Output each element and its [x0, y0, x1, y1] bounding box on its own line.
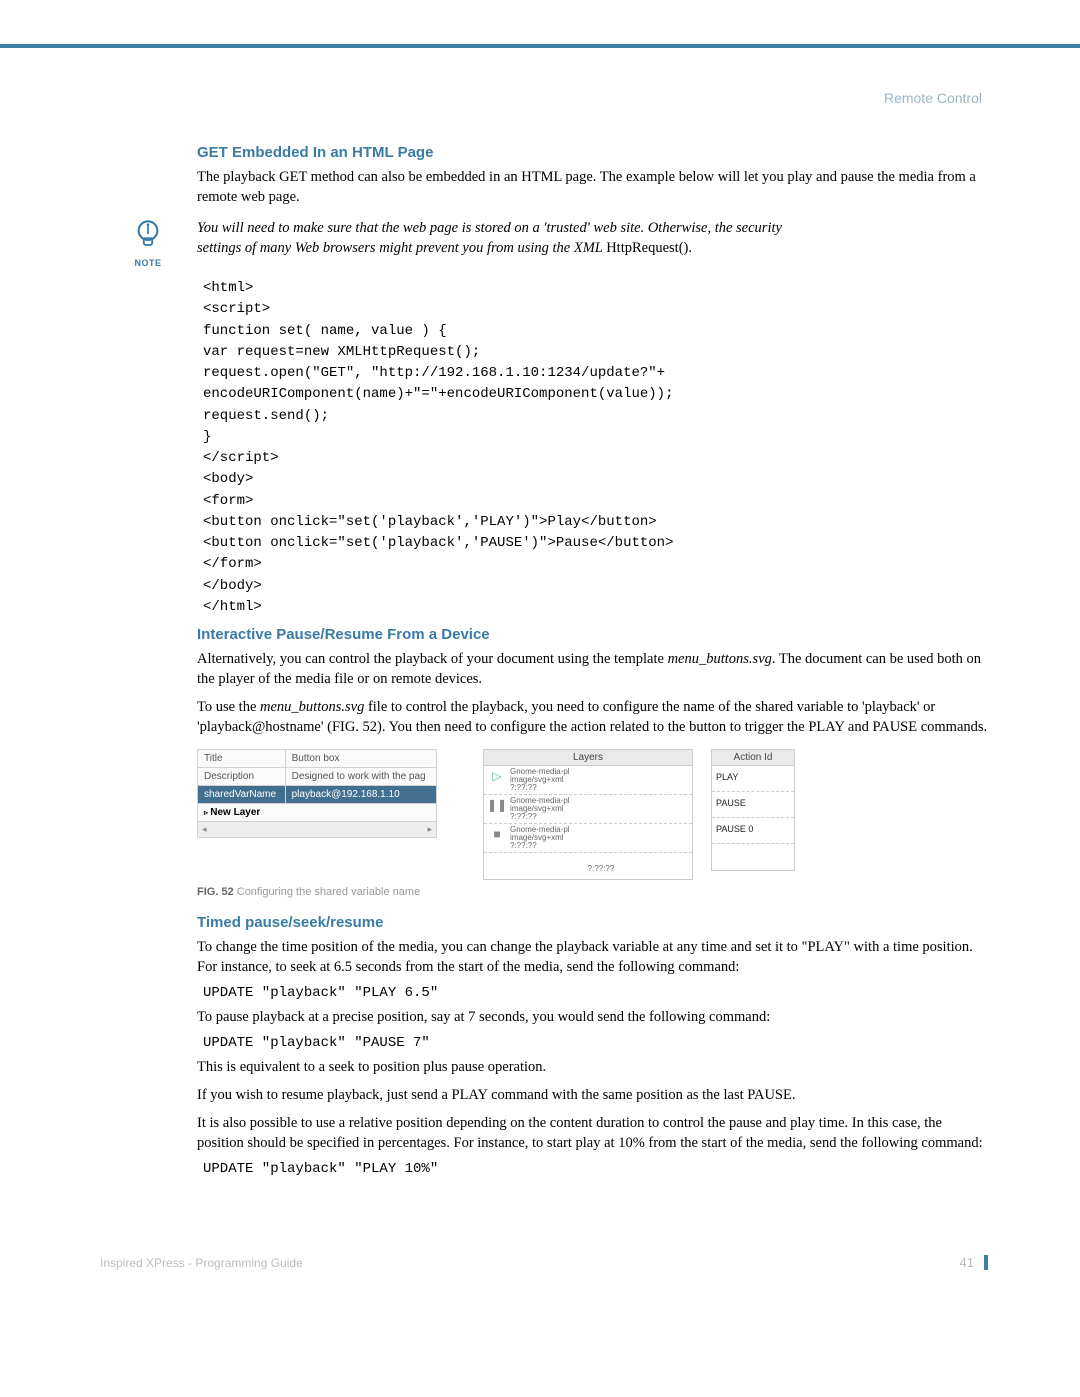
text-run: Alternatively, you can control the playb…: [197, 651, 668, 667]
new-layer-label: New Layer: [210, 807, 260, 818]
paragraph: This is equivalent to a seek to position…: [197, 1057, 988, 1077]
header-section-label: Remote Control: [100, 90, 988, 106]
layer-row: ■ Gnome-media-pl image/svg+xml ?:??:??: [484, 824, 692, 853]
footer-left-text: Inspired XPress - Programming Guide: [100, 1256, 303, 1270]
scroll-left-icon: ◂: [202, 824, 207, 835]
code-block-html-example: <html> <script> function set( name, valu…: [203, 278, 988, 618]
properties-panel: Title Button box Description Designed to…: [197, 749, 437, 838]
prop-label: Description: [198, 768, 286, 786]
layers-header: Layers: [484, 750, 692, 766]
paragraph: It is also possible to use a relative po…: [197, 1113, 988, 1153]
paragraph: The playback GET method can also be embe…: [197, 167, 988, 207]
document-page: Remote Control GET Embedded In an HTML P…: [0, 44, 1080, 1304]
note-block: NOTE You will need to make sure that the…: [125, 217, 988, 268]
paragraph: To pause playback at a precise position,…: [197, 1007, 988, 1027]
layer-text: Gnome-media-pl image/svg+xml ?:??:??: [510, 824, 692, 852]
action-row: PLAY: [712, 766, 794, 792]
page-footer: Inspired XPress - Programming Guide 41: [100, 1255, 988, 1270]
scrollbar-mimic: ◂ ▸: [197, 822, 437, 838]
prop-value: Button box: [285, 750, 436, 768]
heading-interactive-pause: Interactive Pause/Resume From a Device: [197, 626, 988, 643]
table-row-selected: sharedVarName playback@192.168.1.10: [198, 786, 437, 804]
code-line: UPDATE "playback" "PLAY 6.5": [203, 985, 988, 1001]
prop-label: Title: [198, 750, 286, 768]
note-text: You will need to make sure that the web …: [171, 217, 811, 268]
action-row: [712, 844, 794, 870]
table-row: Title Button box: [198, 750, 437, 768]
layer-row: ?:??:??: [484, 853, 692, 879]
new-layer-row: ▹ New Layer: [197, 804, 437, 822]
figure-caption-text: Configuring the shared variable name: [234, 886, 421, 898]
figure-52: Title Button box Description Designed to…: [197, 749, 988, 898]
layer-row: ❚❚ Gnome-media-pl image/svg+xml ?:??:??: [484, 795, 692, 824]
filename-italic: menu_buttons.svg: [260, 699, 364, 715]
heading-get-embedded: GET Embedded In an HTML Page: [197, 144, 988, 161]
prop-value: playback@192.168.1.10: [285, 786, 436, 804]
action-row: PAUSE 0: [712, 818, 794, 844]
figure-number: FIG. 52: [197, 886, 234, 898]
scroll-right-icon: ▸: [427, 824, 432, 835]
figure-caption: FIG. 52 Configuring the shared variable …: [197, 886, 988, 898]
play-icon: ▷: [484, 769, 510, 791]
lightbulb-icon: [131, 217, 165, 251]
layer-text: ?:??:??: [510, 857, 692, 875]
note-italic-text: You will need to make sure that the web …: [197, 220, 782, 256]
table-row: Description Designed to work with the pa…: [198, 768, 437, 786]
layer-row: ▷ Gnome-media-pl image/svg+xml ?:??:??: [484, 766, 692, 795]
code-line: UPDATE "playback" "PLAY 10%": [203, 1161, 988, 1177]
filename-italic: menu_buttons.svg: [668, 651, 772, 667]
stop-icon: ■: [484, 827, 510, 849]
pause-icon: ❚❚: [484, 798, 510, 820]
text-run: To use the: [197, 699, 260, 715]
prop-label: sharedVarName: [198, 786, 286, 804]
note-icon-wrap: NOTE: [125, 217, 171, 268]
action-row: PAUSE: [712, 792, 794, 818]
action-id-panel: Action Id PLAY PAUSE PAUSE 0: [711, 749, 795, 871]
layer-text: Gnome-media-pl image/svg+xml ?:??:??: [510, 766, 692, 794]
layer-text: Gnome-media-pl image/svg+xml ?:??:??: [510, 795, 692, 823]
properties-table: Title Button box Description Designed to…: [197, 749, 437, 804]
paragraph: Alternatively, you can control the playb…: [197, 649, 988, 689]
layers-panel: Layers ▷ Gnome-media-pl image/svg+xml ?:…: [483, 749, 693, 880]
note-label: NOTE: [125, 258, 171, 268]
heading-timed-pause: Timed pause/seek/resume: [197, 914, 988, 931]
paragraph: To use the menu_buttons.svg file to cont…: [197, 697, 988, 737]
action-header: Action Id: [712, 750, 794, 766]
paragraph: To change the time position of the media…: [197, 937, 988, 977]
page-number: 41: [960, 1255, 988, 1270]
code-line: UPDATE "playback" "PAUSE 7": [203, 1035, 988, 1051]
prop-value: Designed to work with the pag: [285, 768, 436, 786]
note-tail: HttpRequest().: [606, 240, 692, 256]
paragraph: If you wish to resume playback, just sen…: [197, 1085, 988, 1105]
main-content: GET Embedded In an HTML Page The playbac…: [197, 144, 988, 1177]
